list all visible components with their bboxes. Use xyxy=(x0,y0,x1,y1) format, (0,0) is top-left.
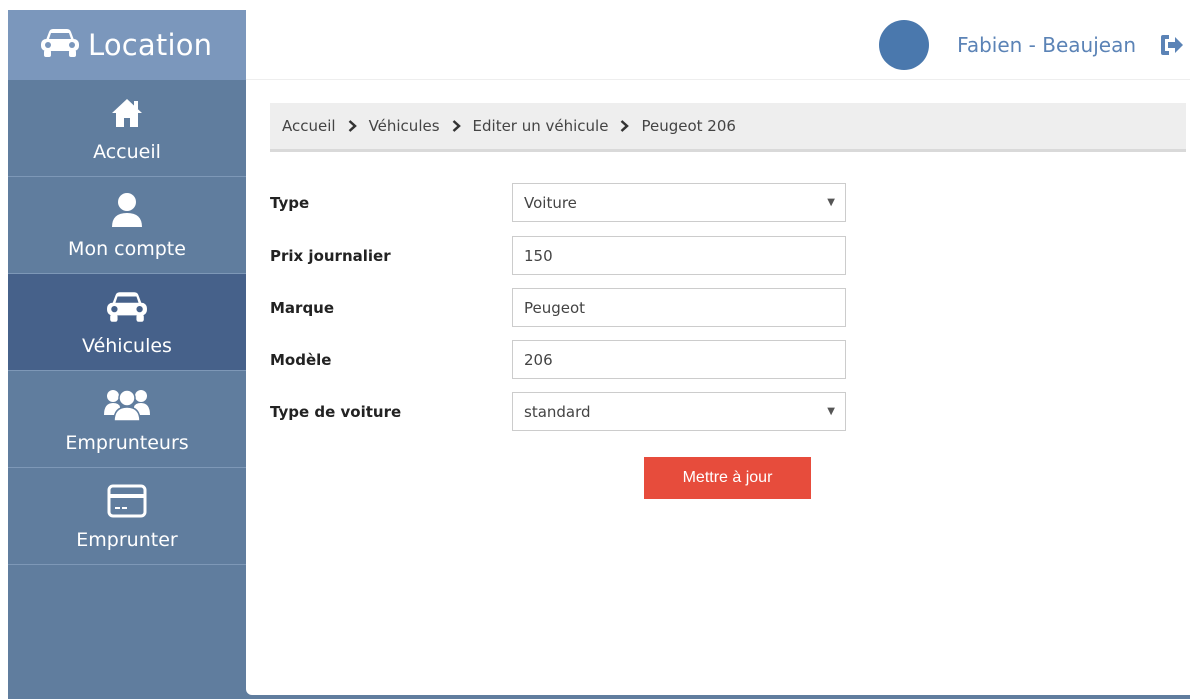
top-bar: Fabien - Beaujean xyxy=(246,10,1190,80)
sidebar-item-label: Véhicules xyxy=(82,335,172,357)
form-row-model: Modèle 206 xyxy=(270,340,850,379)
sidebar-item-emprunteurs[interactable]: Emprunteurs xyxy=(8,371,246,468)
sidebar: Location Accueil Mon compte Véhicules Em… xyxy=(8,10,246,699)
sidebar-item-label: Emprunteurs xyxy=(65,432,189,454)
chevron-right-icon xyxy=(348,120,357,132)
car-type-select[interactable]: standard ▼ xyxy=(512,392,846,431)
brand-input[interactable]: Peugeot xyxy=(512,288,846,327)
user-icon xyxy=(110,190,144,230)
car-type-select-value: standard xyxy=(524,402,591,421)
sidebar-item-label: Mon compte xyxy=(68,238,186,260)
main-content: Fabien - Beaujean Accueil Véhicules Edit… xyxy=(246,10,1190,695)
breadcrumb-item-editer[interactable]: Editer un véhicule xyxy=(473,117,609,135)
sidebar-item-label: Accueil xyxy=(93,141,161,163)
car-icon xyxy=(106,287,148,327)
type-label: Type xyxy=(270,193,310,212)
avatar[interactable] xyxy=(879,19,930,70)
model-label: Modèle xyxy=(270,350,332,369)
type-select[interactable]: Voiture ▼ xyxy=(512,183,846,222)
form-row-price: Prix journalier 150 xyxy=(270,236,850,275)
brand[interactable]: Location xyxy=(8,10,246,80)
breadcrumb-item-current: Peugeot 206 xyxy=(641,117,736,135)
credit-card-icon xyxy=(107,481,147,521)
breadcrumb-item-vehicules[interactable]: Véhicules xyxy=(369,117,440,135)
breadcrumb-item-accueil[interactable]: Accueil xyxy=(282,117,336,135)
chevron-right-icon xyxy=(620,120,630,132)
breadcrumb: Accueil Véhicules Editer un véhicule Peu… xyxy=(270,103,1186,152)
sidebar-item-mon-compte[interactable]: Mon compte xyxy=(8,177,246,274)
caret-down-icon: ▼ xyxy=(827,406,835,417)
users-icon xyxy=(104,384,150,424)
form-row-brand: Marque Peugeot xyxy=(270,288,850,327)
sidebar-item-vehicules[interactable]: Véhicules xyxy=(8,274,246,371)
sign-out-icon[interactable] xyxy=(1160,34,1184,56)
price-input[interactable]: 150 xyxy=(512,236,846,275)
form-row-type: Type Voiture ▼ xyxy=(270,183,850,222)
update-button[interactable]: Mettre à jour xyxy=(644,457,811,499)
sidebar-item-label: Emprunter xyxy=(76,529,178,551)
sidebar-item-accueil[interactable]: Accueil xyxy=(8,80,246,177)
brand-title: Location xyxy=(88,28,213,62)
home-icon xyxy=(110,93,144,133)
chevron-right-icon xyxy=(452,120,461,132)
type-select-value: Voiture xyxy=(524,193,577,212)
sidebar-item-emprunter[interactable]: Emprunter xyxy=(8,468,246,565)
app-frame: Location Accueil Mon compte Véhicules Em… xyxy=(8,10,1190,699)
model-input[interactable]: 206 xyxy=(512,340,846,379)
car-type-label: Type de voiture xyxy=(270,402,402,421)
car-icon xyxy=(40,28,80,62)
form-row-car-type: Type de voiture standard ▼ xyxy=(270,392,850,431)
caret-down-icon: ▼ xyxy=(827,197,835,208)
brand-label: Marque xyxy=(270,298,335,317)
model-input-value: 206 xyxy=(524,350,553,369)
price-label: Prix journalier xyxy=(270,246,391,265)
username[interactable]: Fabien - Beaujean xyxy=(957,33,1136,57)
brand-input-value: Peugeot xyxy=(524,298,586,317)
price-input-value: 150 xyxy=(524,246,553,265)
